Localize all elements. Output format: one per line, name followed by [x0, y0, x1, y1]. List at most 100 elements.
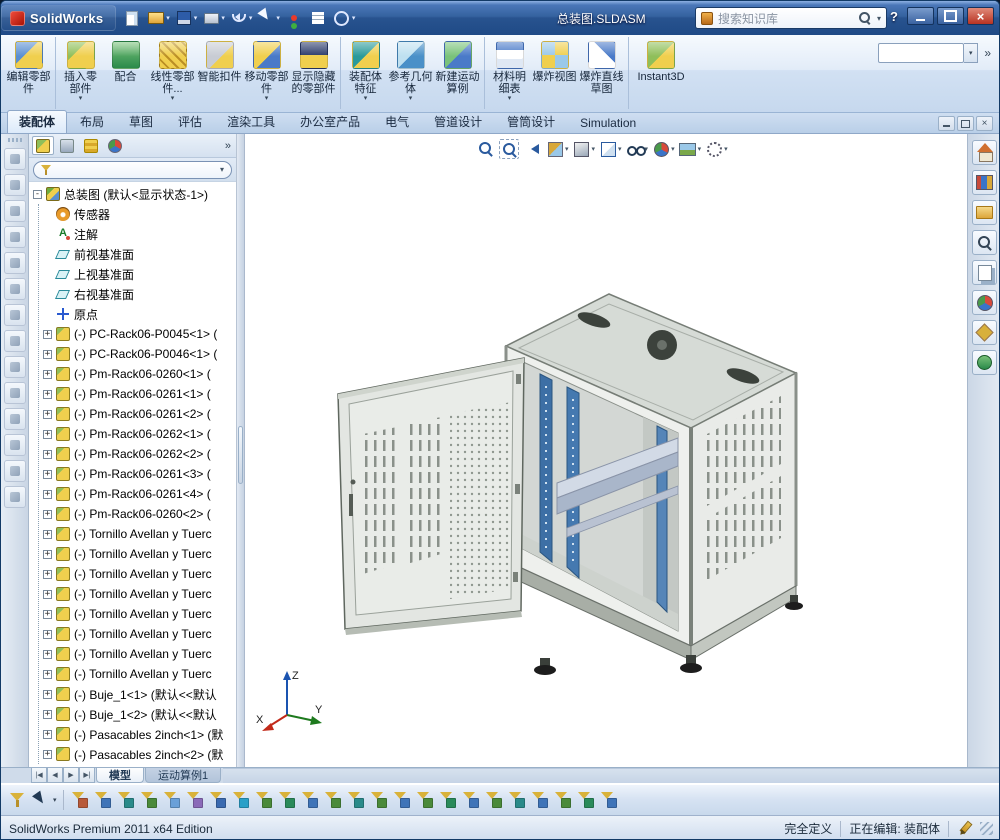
expander-icon[interactable]: [43, 469, 52, 479]
tree-item[interactable]: (-) Buje_1<1> (默认<<默认: [39, 684, 236, 704]
view-settings-icon[interactable]: ▾: [703, 138, 729, 160]
annotations-tool-icon[interactable]: [3, 408, 26, 430]
collapse-toolbar-button[interactable]: [938, 116, 955, 131]
tab-office-products[interactable]: 办公室产品: [288, 110, 372, 133]
filter-midpoints-icon[interactable]: [300, 790, 320, 810]
filter-faces-icon[interactable]: [139, 790, 159, 810]
view-orientation-icon[interactable]: ▾: [571, 138, 597, 160]
tree-item[interactable]: (-) Pm-Rack06-0260<1> (: [39, 364, 236, 384]
zoom-area-icon[interactable]: [498, 138, 520, 160]
save-icon[interactable]: ▾: [174, 8, 199, 28]
section-view-icon[interactable]: [3, 252, 26, 274]
float-toolbar-button[interactable]: [957, 116, 974, 131]
toggle-selection-filter-icon[interactable]: [7, 790, 27, 810]
expander-icon[interactable]: [43, 749, 52, 759]
linear-component-pattern-button[interactable]: 线性零部件... ▾: [149, 37, 196, 109]
filter-surface-bodies-icon[interactable]: [162, 790, 182, 810]
tree-item[interactable]: 右视基准面: [39, 284, 236, 304]
solidworks-menu-button[interactable]: SolidWorks: [1, 5, 117, 31]
zoom-fit-icon[interactable]: [475, 138, 497, 160]
filter-centerlines-icon[interactable]: [346, 790, 366, 810]
select-tool-icon[interactable]: [30, 790, 50, 810]
appearances-scenes-icon[interactable]: [972, 290, 997, 315]
expander-icon[interactable]: [43, 729, 52, 739]
display-style-icon[interactable]: ▾: [597, 138, 623, 160]
file-properties-icon[interactable]: [308, 8, 329, 28]
bill-of-materials-button[interactable]: 材料明细表 ▾: [484, 37, 531, 109]
tree-item[interactable]: (-) Tornillo Avellan y Tuerc: [39, 524, 236, 544]
search-dropdown-caret-icon[interactable]: ▾: [877, 14, 881, 23]
propertymanager-tab[interactable]: [56, 136, 78, 155]
expander-icon[interactable]: [43, 549, 52, 559]
collapse-expander-icon[interactable]: [33, 189, 42, 199]
tab-piping[interactable]: 管道设计: [422, 110, 494, 133]
tree-item[interactable]: (-) Tornillo Avellan y Tuerc: [39, 644, 236, 664]
tree-item[interactable]: (-) Pm-Rack06-0262<1> (: [39, 424, 236, 444]
tree-item[interactable]: (-) Tornillo Avellan y Tuerc: [39, 624, 236, 644]
instant3d-button[interactable]: Instant3D: [628, 37, 690, 109]
filter-surface-finish-icon[interactable]: [392, 790, 412, 810]
search-icon[interactable]: [972, 230, 997, 255]
mass-properties-icon[interactable]: [3, 460, 26, 482]
options-tool-icon[interactable]: [3, 486, 26, 508]
expander-icon[interactable]: [43, 629, 52, 639]
resize-grip[interactable]: [980, 822, 993, 835]
filter-cosmetic-threads-icon[interactable]: [553, 790, 573, 810]
expander-icon[interactable]: [43, 329, 52, 339]
show-hidden-components-button[interactable]: 显示隐藏的零部件: [290, 37, 337, 109]
tree-item[interactable]: 上视基准面: [39, 264, 236, 284]
featuremanager-tab[interactable]: [32, 136, 54, 155]
display-style-icon[interactable]: [3, 304, 26, 326]
filter-geometric-tolerances-icon[interactable]: [415, 790, 435, 810]
configurationmanager-tab[interactable]: [80, 136, 102, 155]
tree-item[interactable]: (-) PC-Rack06-P0045<1> (: [39, 324, 236, 344]
filter-routing-points-icon[interactable]: [599, 790, 619, 810]
tree-item[interactable]: 原点: [39, 304, 236, 324]
expander-icon[interactable]: [43, 609, 52, 619]
previous-view-icon[interactable]: [521, 138, 543, 160]
rebuild-icon[interactable]: [284, 8, 305, 28]
insert-component-button[interactable]: 插入零部件 ▾: [55, 37, 102, 109]
tree-item[interactable]: 注解: [39, 224, 236, 244]
file-explorer-icon[interactable]: [972, 200, 997, 225]
design-library-icon[interactable]: [972, 170, 997, 195]
filter-dimensions-icon[interactable]: [369, 790, 389, 810]
apply-scene-icon[interactable]: [3, 382, 26, 404]
tab-model[interactable]: 模型: [96, 768, 144, 783]
tab-assembly[interactable]: 装配体: [7, 110, 68, 133]
tree-item[interactable]: (-) Pm-Rack06-0261<4> (: [39, 484, 236, 504]
tree-item[interactable]: (-) Tornillo Avellan y Tuerc: [39, 584, 236, 604]
custom-properties-icon[interactable]: [972, 320, 997, 345]
filter-connection-points-icon[interactable]: [576, 790, 596, 810]
tab-render-tools[interactable]: 渲染工具: [215, 110, 287, 133]
expander-icon[interactable]: [43, 709, 52, 719]
toolbar-drag-handle[interactable]: [7, 138, 22, 142]
filter-weld-symbols-icon[interactable]: [484, 790, 504, 810]
close-button[interactable]: [967, 7, 994, 25]
expander-icon[interactable]: [43, 689, 52, 699]
toolbar-overflow-chevron-icon[interactable]: [982, 46, 993, 60]
expander-icon[interactable]: [43, 429, 52, 439]
zoom-fit-icon[interactable]: [3, 174, 26, 196]
tab-simulation[interactable]: Simulation: [568, 113, 648, 133]
splitter-handle[interactable]: [238, 426, 243, 484]
view-orientation-icon[interactable]: [3, 278, 26, 300]
panel-overflow-chevron-icon[interactable]: [225, 140, 233, 152]
expander-icon[interactable]: [43, 569, 52, 579]
reference-geometry-button[interactable]: 参考几何体 ▾: [387, 37, 434, 109]
zoom-area-icon[interactable]: [3, 200, 26, 222]
previous-view-icon[interactable]: [3, 226, 26, 248]
tab-tubing[interactable]: 管筒设计: [495, 110, 567, 133]
next-tab-icon[interactable]: [63, 768, 79, 783]
last-tab-icon[interactable]: [79, 768, 95, 783]
filter-edges-icon[interactable]: [116, 790, 136, 810]
displaymanager-tab[interactable]: [104, 136, 126, 155]
tree-item[interactable]: (-) Pm-Rack06-0261<2> (: [39, 404, 236, 424]
document-recovery-icon[interactable]: [972, 350, 997, 375]
filter-solid-bodies-icon[interactable]: [185, 790, 205, 810]
filter-sketch-segments-icon[interactable]: [277, 790, 297, 810]
expander-icon[interactable]: [43, 409, 52, 419]
panel-splitter[interactable]: [237, 134, 245, 767]
tab-layout[interactable]: 布局: [68, 110, 116, 133]
expander-icon[interactable]: [43, 369, 52, 379]
